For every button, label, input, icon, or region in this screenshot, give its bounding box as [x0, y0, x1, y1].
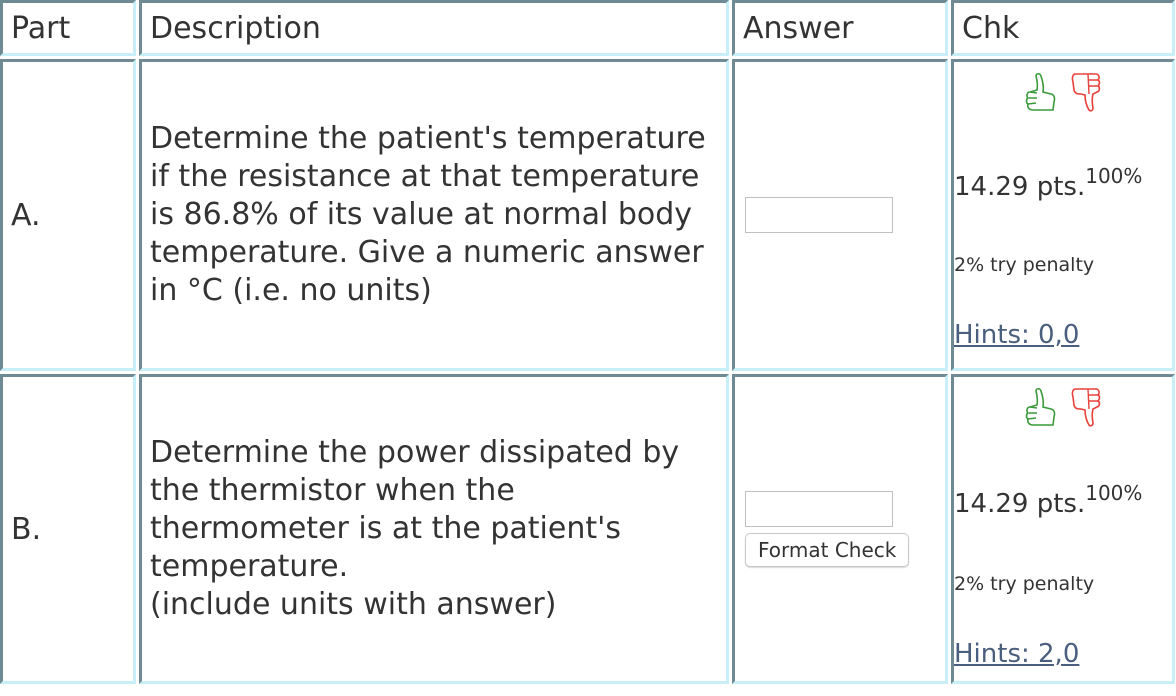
thumbs-down-icon[interactable]: [1067, 70, 1103, 114]
points-value: 14.29 pts.100%: [954, 164, 1172, 202]
hints-link[interactable]: Hints: 2,0: [954, 639, 1079, 669]
hints-link[interactable]: Hints: 0,0: [954, 320, 1079, 350]
table-row: A. Determine the patient's temperature i…: [0, 59, 1176, 371]
header-part: Part: [0, 0, 136, 56]
try-penalty: 2% try penalty: [954, 254, 1095, 276]
answer-cell: Format Check: [732, 374, 948, 684]
question-description: Determine the patient's temperature if t…: [139, 59, 729, 371]
part-label: B.: [0, 374, 136, 684]
question-text: Determine the power dissipated by the th…: [150, 435, 680, 584]
answer-cell: [732, 59, 948, 371]
header-description: Description: [139, 0, 729, 56]
question-note: (include units with answer): [150, 587, 557, 622]
header-row: Part Description Answer Chk: [0, 0, 1176, 56]
points-text: 14.29 pts.: [954, 489, 1086, 519]
thumbs-down-icon[interactable]: [1067, 385, 1103, 429]
question-table: Part Description Answer Chk A. Determine…: [0, 0, 1176, 687]
percent-text: 100%: [1085, 481, 1143, 505]
answer-input[interactable]: [745, 491, 893, 527]
hints-container: Hints: 0,0: [954, 320, 1172, 350]
header-answer: Answer: [732, 0, 948, 56]
question-description: Determine the power dissipated by the th…: [139, 374, 729, 684]
points-text: 14.29 pts.: [954, 172, 1086, 202]
check-cell: 14.29 pts.100% 2% try penalty Hints: 2,0: [951, 374, 1175, 684]
check-cell: 14.29 pts.100% 2% try penalty Hints: 0,0: [951, 59, 1175, 371]
hints-container: Hints: 2,0: [954, 639, 1172, 669]
try-penalty: 2% try penalty: [954, 573, 1095, 595]
feedback-icons: [954, 70, 1172, 114]
format-check-button[interactable]: Format Check: [745, 533, 910, 567]
answer-input[interactable]: [745, 197, 893, 233]
part-label: A.: [0, 59, 136, 371]
percent-text: 100%: [1085, 164, 1143, 188]
table-row: B. Determine the power dissipated by the…: [0, 374, 1176, 684]
feedback-icons: [954, 385, 1172, 429]
points-value: 14.29 pts.100%: [954, 481, 1172, 519]
thumbs-up-icon[interactable]: [1023, 385, 1059, 429]
header-chk: Chk: [951, 0, 1175, 56]
thumbs-up-icon[interactable]: [1023, 70, 1059, 114]
